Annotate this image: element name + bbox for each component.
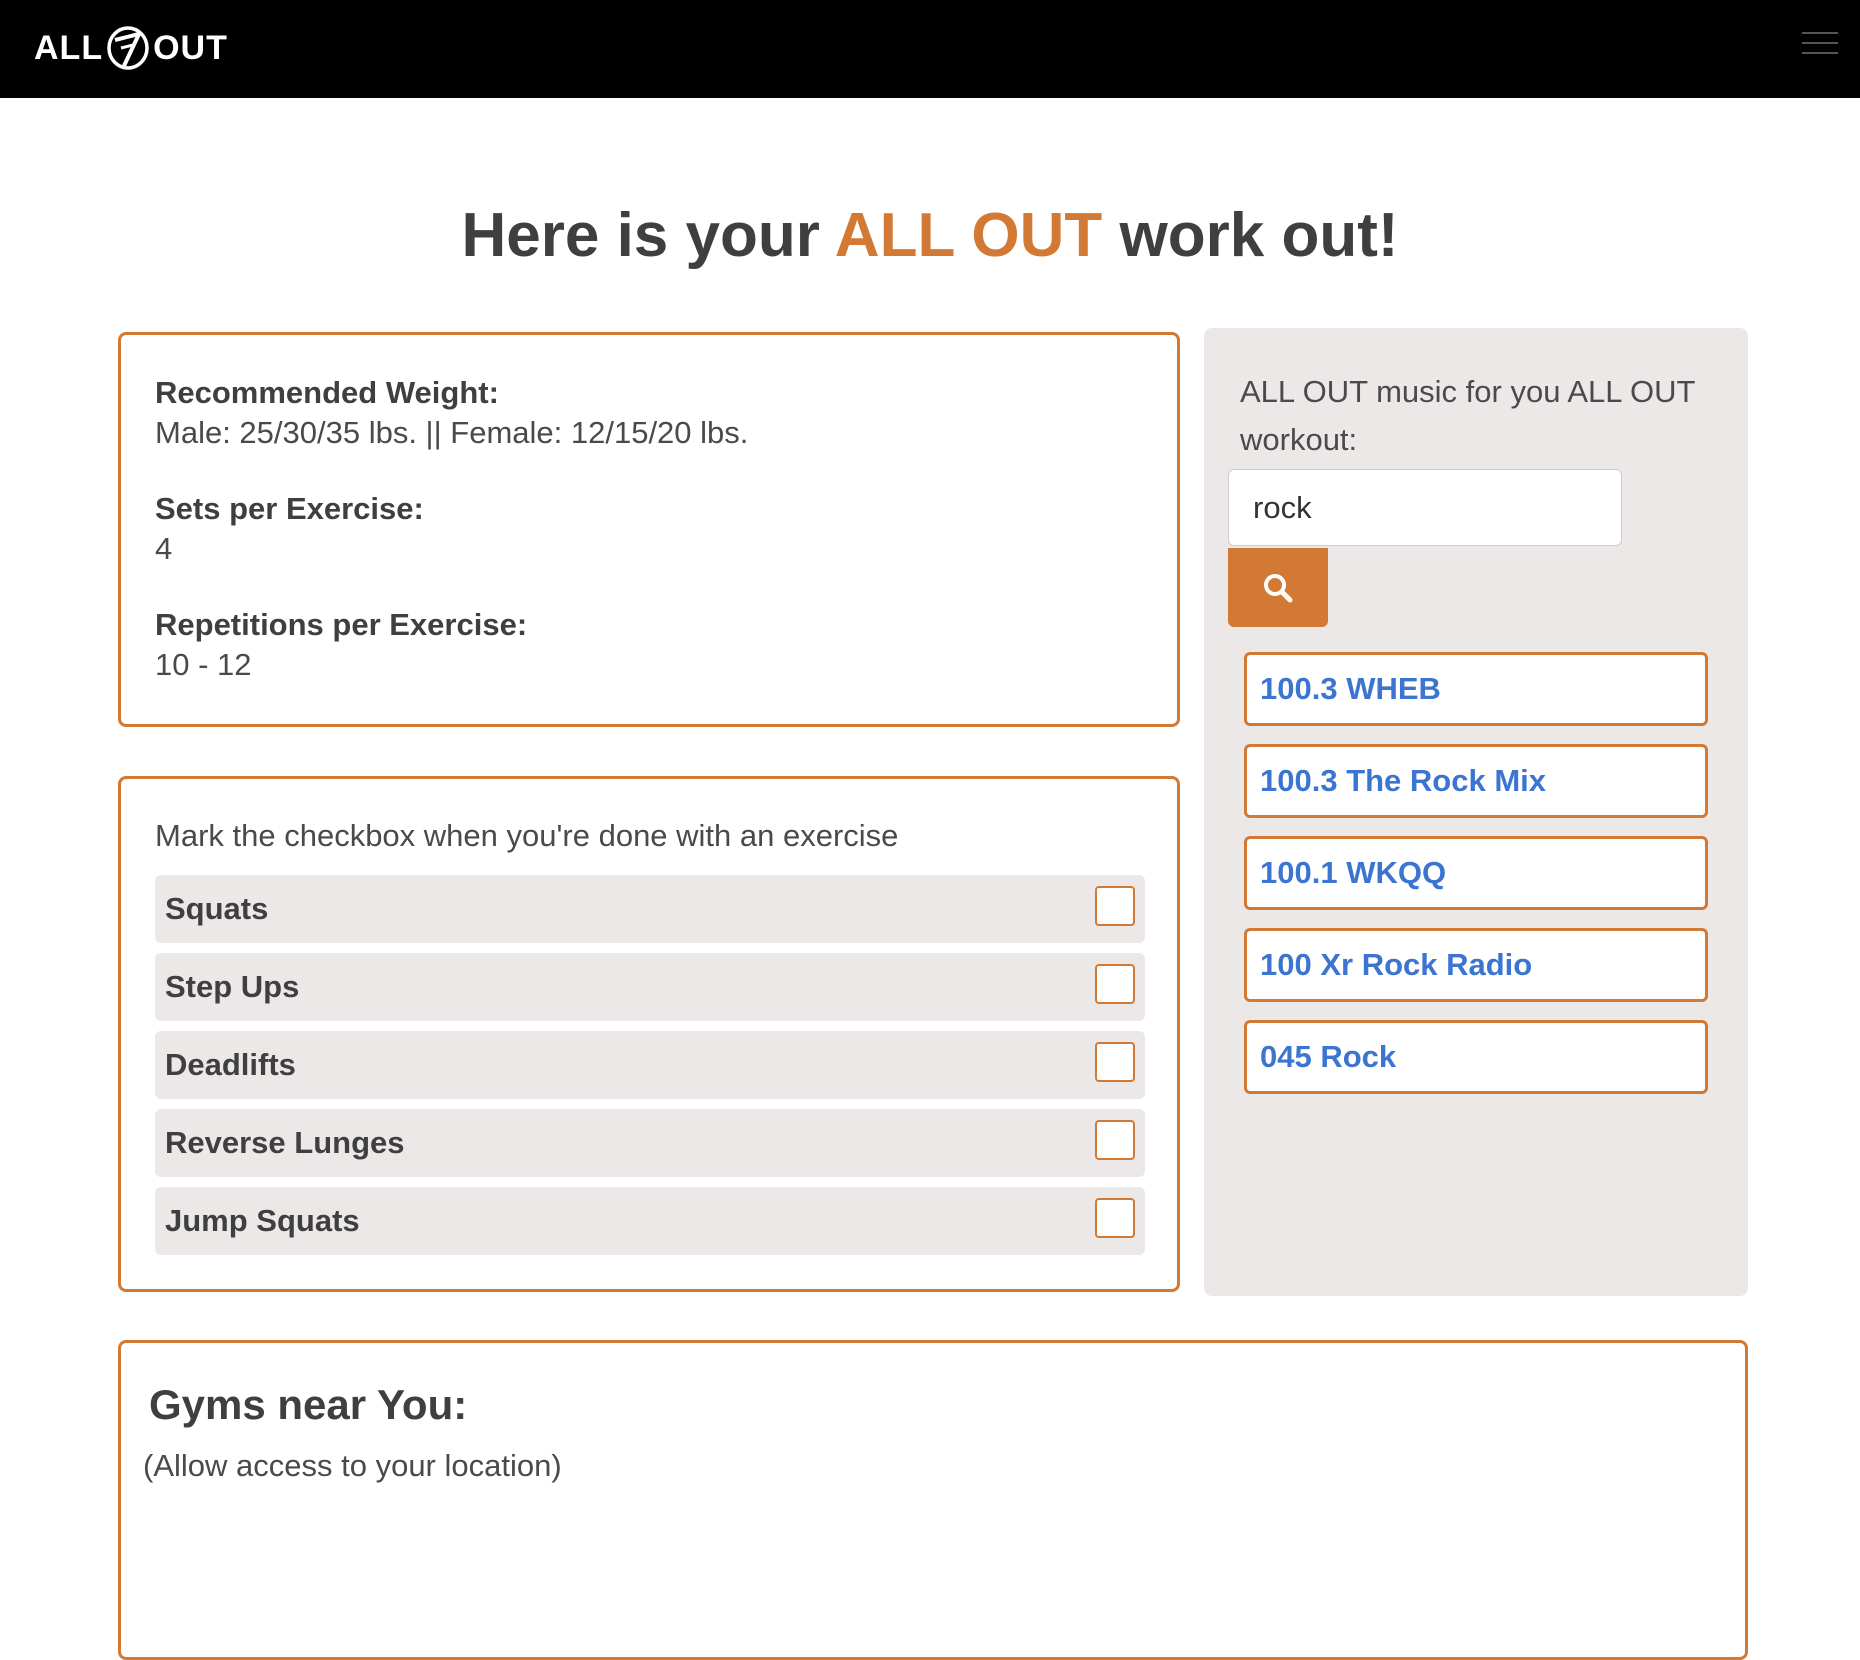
search-icon: [1264, 573, 1293, 602]
station-link[interactable]: 100.1 WKQQ: [1244, 836, 1708, 910]
gyms-location-note: (Allow access to your location): [143, 1448, 562, 1483]
reps-value: 10 - 12: [155, 647, 252, 682]
music-panel: ALL OUT music for you ALL OUT workout: 1…: [1204, 328, 1748, 1296]
logo[interactable]: ALL OUT: [34, 20, 228, 76]
top-navbar: ALL OUT: [0, 0, 1860, 98]
music-heading: ALL OUT music for you ALL OUT workout:: [1240, 374, 1695, 457]
exercise-checkbox[interactable]: [1095, 1198, 1135, 1238]
logo-text-left: ALL: [34, 28, 104, 67]
exercise-checkbox[interactable]: [1095, 964, 1135, 1004]
weight-label: Recommended Weight:: [155, 375, 499, 410]
title-prefix: Here is your: [461, 201, 835, 270]
music-search-input[interactable]: [1228, 469, 1622, 546]
exercise-row-step-ups: Step Ups: [155, 953, 1145, 1021]
station-link[interactable]: 100.3 The Rock Mix: [1244, 744, 1708, 818]
gyms-title: Gyms near You:: [149, 1381, 468, 1428]
weight-value: Male: 25/30/35 lbs. || Female: 12/15/20 …: [155, 415, 749, 450]
exercise-row-squats: Squats: [155, 875, 1145, 943]
gyms-near-you-card: Gyms near You: (Allow access to your loc…: [118, 1340, 1748, 1660]
title-accent: ALL OUT: [834, 201, 1103, 270]
exercise-name: Squats: [165, 891, 269, 926]
station-link[interactable]: 045 Rock: [1244, 1020, 1708, 1094]
exercise-checkbox[interactable]: [1095, 1042, 1135, 1082]
checklist-hint: Mark the checkbox when you're done with …: [155, 818, 899, 853]
exercise-row-reverse-lunges: Reverse Lunges: [155, 1109, 1145, 1177]
exercise-name: Step Ups: [165, 969, 300, 1004]
exercise-name: Jump Squats: [165, 1203, 360, 1238]
workout-info-card: Recommended Weight: Male: 25/30/35 lbs. …: [118, 332, 1180, 727]
title-suffix: work out!: [1102, 201, 1399, 270]
sets-value: 4: [155, 531, 173, 566]
music-search-button[interactable]: [1228, 548, 1328, 627]
exercise-row-jump-squats: Jump Squats: [155, 1187, 1145, 1255]
sets-label: Sets per Exercise:: [155, 491, 424, 526]
exercise-checkbox[interactable]: [1095, 1120, 1135, 1160]
exercise-checkbox[interactable]: [1095, 886, 1135, 926]
exercise-name: Deadlifts: [165, 1047, 296, 1082]
station-link[interactable]: 100.3 WHEB: [1244, 652, 1708, 726]
exercise-checklist-card: Mark the checkbox when you're done with …: [118, 776, 1180, 1292]
station-link[interactable]: 100 Xr Rock Radio: [1244, 928, 1708, 1002]
hamburger-menu-icon[interactable]: [1802, 32, 1838, 60]
exercise-name: Reverse Lunges: [165, 1125, 405, 1160]
logo-text-right: OUT: [153, 28, 228, 67]
page-title: Here is your ALL OUT work out!: [0, 200, 1860, 271]
reps-label: Repetitions per Exercise:: [155, 607, 528, 642]
logo-emblem-icon: [107, 26, 149, 70]
exercise-row-deadlifts: Deadlifts: [155, 1031, 1145, 1099]
